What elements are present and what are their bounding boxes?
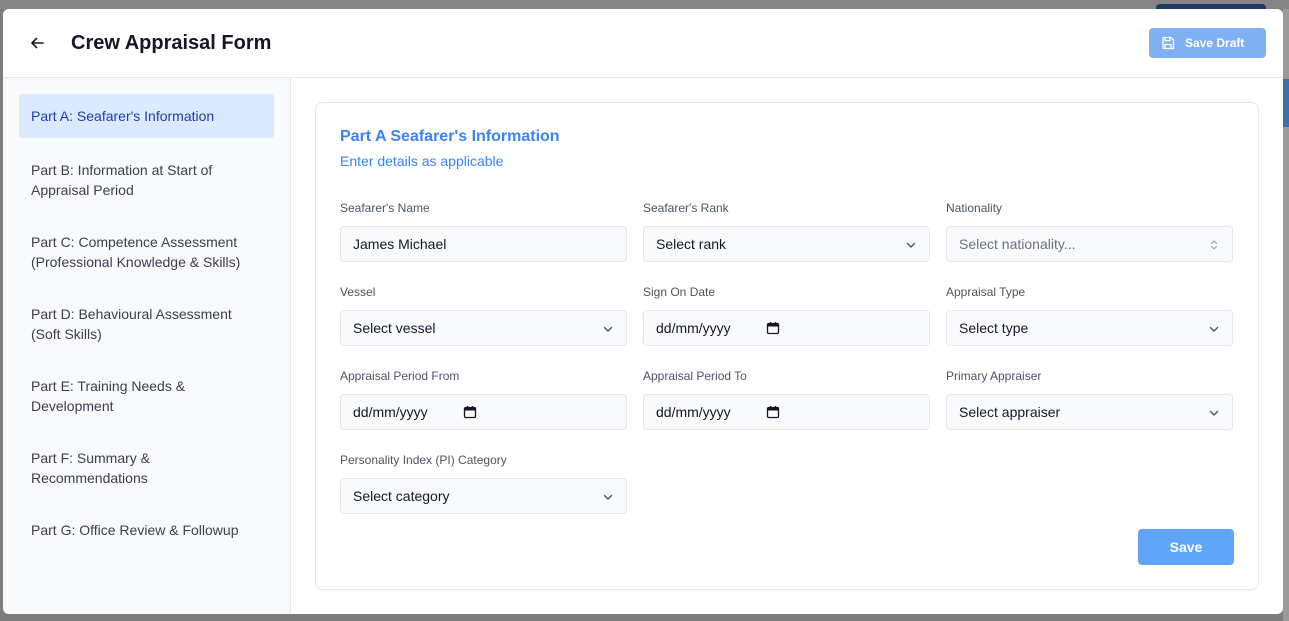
pi-category-select[interactable]: Select category: [340, 478, 627, 514]
field-value: dd/mm/yyyy: [353, 404, 428, 420]
page-title: Crew Appraisal Form: [71, 32, 272, 54]
field-label: Nationality: [946, 201, 1003, 215]
appraisal-type-select[interactable]: Select type: [946, 310, 1233, 346]
chevron-up-down-icon: [1210, 240, 1218, 250]
chevron-down-icon: [603, 326, 613, 332]
vessel-select[interactable]: Select vessel: [340, 310, 627, 346]
sidebar-item-part-g[interactable]: Part G: Office Review & Followup: [19, 518, 274, 542]
sign-on-date-field: Sign On Date dd/mm/yyyy: [643, 285, 930, 346]
save-draft-button[interactable]: Save Draft: [1149, 28, 1266, 58]
section-title: Part A Seafarer's Information: [340, 128, 560, 145]
sidebar-item-label: Part G: Office Review & Followup: [31, 522, 239, 538]
chevron-down-icon: [906, 242, 916, 248]
sidebar-item-label: Part F: Summary & Recommendations: [31, 450, 151, 486]
pi-category-field: Personality Index (PI) Category Select c…: [340, 453, 627, 514]
appraisal-period-from-input[interactable]: dd/mm/yyyy: [340, 394, 627, 430]
backdrop: [0, 0, 1289, 9]
sidebar-item-part-b[interactable]: Part B: Information at Start of Appraisa…: [19, 158, 274, 202]
field-label: Vessel: [340, 285, 376, 299]
chevron-down-icon: [1209, 410, 1219, 416]
sidebar-item-part-d[interactable]: Part D: Behavioural Assessment (Soft Ski…: [19, 302, 274, 346]
field-label: Primary Appraiser: [946, 369, 1042, 383]
appraisal-type-field: Appraisal Type Select type: [946, 285, 1233, 346]
modal-header: Crew Appraisal Form Save Draft: [3, 9, 1283, 78]
sidebar-item-part-a[interactable]: Part A: Seafarer's Information: [19, 94, 274, 138]
field-value: Select type: [959, 320, 1029, 336]
appraisal-period-to-field: Appraisal Period To dd/mm/yyyy: [643, 369, 930, 430]
sidebar-item-part-e[interactable]: Part E: Training Needs & Development: [19, 374, 274, 418]
field-value: dd/mm/yyyy: [656, 320, 731, 336]
floppy-disk-icon: [1162, 36, 1175, 50]
sidebar-item-label: Part A: Seafarer's Information: [31, 108, 215, 124]
backdrop-right: [1283, 9, 1289, 621]
vessel-field: Vessel Select vessel: [340, 285, 627, 346]
field-value: dd/mm/yyyy: [656, 404, 731, 420]
sidebar-item-label: Part D: Behavioural Assessment (Soft Ski…: [31, 306, 232, 342]
field-value: Select category: [353, 488, 450, 504]
calendar-icon[interactable]: [766, 321, 780, 335]
field-value: Select vessel: [353, 320, 436, 336]
field-label: Seafarer's Name: [340, 201, 430, 215]
seafarer-rank-select[interactable]: Select rank: [643, 226, 930, 262]
seafarer-name-input[interactable]: James Michael: [340, 226, 627, 262]
seafarer-rank-field: Seafarer's Rank Select rank: [643, 201, 930, 262]
sidebar-item-label: Part B: Information at Start of Appraisa…: [31, 162, 213, 198]
appraisal-modal: Crew Appraisal Form Save Draft Part A: S…: [3, 9, 1283, 614]
nationality-combobox[interactable]: Select nationality...: [946, 226, 1233, 262]
field-label: Appraisal Period From: [340, 369, 460, 383]
sidebar-item-label: Part E: Training Needs & Development: [31, 378, 186, 414]
nationality-field: Nationality Select nationality...: [946, 201, 1233, 262]
field-value: Select nationality...: [959, 236, 1076, 252]
sidebar: Part A: Seafarer's Information Part B: I…: [3, 78, 291, 614]
field-label: Appraisal Period To: [643, 369, 747, 383]
back-button[interactable]: [25, 31, 49, 55]
sidebar-item-label: Part C: Competence Assessment (Professio…: [31, 234, 241, 270]
arrow-left-icon: [31, 37, 44, 49]
calendar-icon[interactable]: [766, 405, 780, 419]
sidebar-item-part-f[interactable]: Part F: Summary & Recommendations: [19, 446, 274, 490]
primary-appraiser-select[interactable]: Select appraiser: [946, 394, 1233, 430]
primary-appraiser-field: Primary Appraiser Select appraiser: [946, 369, 1233, 430]
section-subtitle: Enter details as applicable: [340, 153, 504, 169]
appraisal-period-to-input[interactable]: dd/mm/yyyy: [643, 394, 930, 430]
field-value: James Michael: [353, 236, 447, 252]
field-label: Appraisal Type: [946, 285, 1026, 299]
appraisal-period-from-field: Appraisal Period From dd/mm/yyyy: [340, 369, 627, 430]
chevron-down-icon: [603, 494, 613, 500]
save-draft-label: Save Draft: [1185, 36, 1245, 50]
sidebar-item-part-c[interactable]: Part C: Competence Assessment (Professio…: [19, 230, 274, 274]
field-value: Select appraiser: [959, 404, 1061, 420]
chevron-down-icon: [1209, 326, 1219, 332]
field-value: Select rank: [656, 236, 727, 252]
field-label: Seafarer's Rank: [643, 201, 729, 215]
form-card: Part A Seafarer's Information Enter deta…: [315, 102, 1259, 590]
seafarer-name-field: Seafarer's Name James Michael: [340, 201, 627, 262]
field-label: Personality Index (PI) Category: [340, 453, 507, 467]
sign-on-date-input[interactable]: dd/mm/yyyy: [643, 310, 930, 346]
field-label: Sign On Date: [643, 285, 716, 299]
calendar-icon[interactable]: [463, 405, 477, 419]
save-button[interactable]: Save: [1138, 529, 1234, 565]
